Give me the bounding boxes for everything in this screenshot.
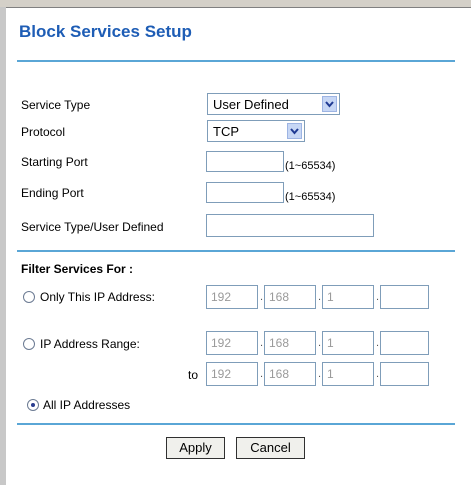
- apply-button[interactable]: Apply: [166, 437, 225, 459]
- service-type-user-defined-label: Service Type/User Defined: [21, 220, 164, 234]
- section-divider: [17, 250, 455, 252]
- service-type-value: User Defined: [213, 97, 289, 112]
- buttons-divider: [17, 423, 455, 425]
- only-ip-octet-1[interactable]: 192: [206, 285, 258, 309]
- ip-range-radio[interactable]: [23, 338, 35, 350]
- ending-port-input[interactable]: [206, 182, 284, 203]
- cancel-button[interactable]: Cancel: [236, 437, 305, 459]
- all-ip-label: All IP Addresses: [43, 398, 131, 412]
- range-start-octet-2[interactable]: 168: [264, 331, 316, 355]
- range-end-octet-2[interactable]: 168: [264, 362, 316, 386]
- range-start-octet-4[interactable]: [380, 331, 429, 355]
- protocol-label: Protocol: [21, 125, 66, 139]
- only-ip-octet-4[interactable]: [380, 285, 429, 309]
- range-start-octet-1[interactable]: 192: [206, 331, 258, 355]
- chevron-down-icon[interactable]: [322, 96, 337, 112]
- only-ip-octet-3[interactable]: 1: [322, 285, 374, 309]
- filter-heading: Filter Services For :: [21, 262, 134, 276]
- protocol-value: TCP: [213, 124, 239, 139]
- only-ip-octet-2[interactable]: 168: [264, 285, 316, 309]
- chevron-down-icon[interactable]: [287, 123, 302, 139]
- service-type-select[interactable]: User Defined: [207, 93, 340, 115]
- service-type-label: Service Type: [21, 98, 91, 112]
- only-this-ip-label: Only This IP Address:: [40, 290, 155, 304]
- ending-port-label: Ending Port: [21, 186, 84, 200]
- page-title: Block Services Setup: [19, 22, 192, 41]
- range-start-octet-3[interactable]: 1: [322, 331, 374, 355]
- title-divider: [17, 60, 455, 62]
- range-to-label: to: [188, 368, 199, 382]
- window-left-edge: [0, 7, 6, 485]
- service-type-user-defined-input[interactable]: [206, 214, 374, 237]
- all-ip-radio[interactable]: [27, 399, 39, 411]
- window-top-edge: [0, 0, 471, 8]
- ending-port-hint: (1~65534): [285, 191, 336, 203]
- starting-port-input[interactable]: [206, 151, 284, 172]
- range-end-octet-4[interactable]: [380, 362, 429, 386]
- only-this-ip-radio[interactable]: [23, 291, 35, 303]
- range-end-octet-3[interactable]: 1: [322, 362, 374, 386]
- starting-port-label: Starting Port: [21, 155, 88, 169]
- range-end-octet-1[interactable]: 192: [206, 362, 258, 386]
- protocol-select[interactable]: TCP: [207, 120, 305, 142]
- ip-range-label: IP Address Range:: [40, 337, 140, 351]
- starting-port-hint: (1~65534): [285, 160, 336, 172]
